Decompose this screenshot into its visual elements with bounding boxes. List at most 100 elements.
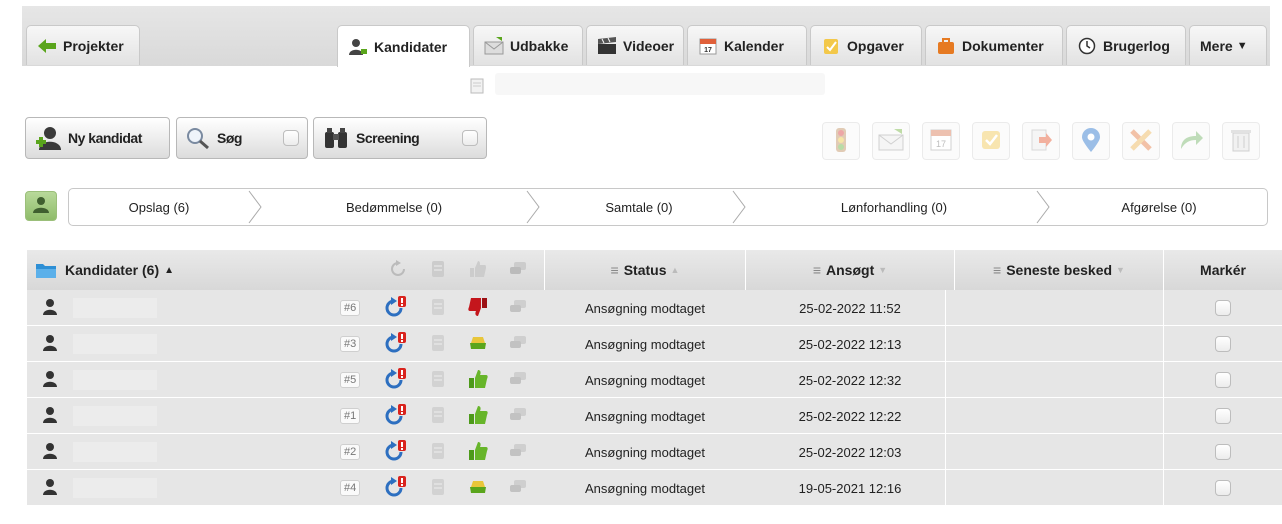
candidate-name-cell[interactable] xyxy=(73,362,163,398)
candidate-name-cell[interactable] xyxy=(73,470,163,506)
mark-checkbox[interactable] xyxy=(1215,300,1231,316)
search-button[interactable]: Søg xyxy=(176,117,308,159)
table-row[interactable]: #4 Ansøgning modtaget 19-05-2021 12:16 xyxy=(27,470,1282,506)
button-label: Screening xyxy=(356,130,420,146)
person-icon xyxy=(41,442,59,463)
header-comments-col[interactable] xyxy=(502,250,534,290)
binoculars-icon xyxy=(322,126,350,150)
status-change-cell[interactable] xyxy=(383,362,409,398)
candidate-number: #6 xyxy=(340,300,361,316)
button-label: Ny kandidat xyxy=(68,130,142,146)
status-text: Ansøgning modtaget xyxy=(585,480,705,496)
stage-interview[interactable]: Samtale (0) xyxy=(539,189,739,225)
tab-tasks[interactable]: Opgaver xyxy=(810,25,922,65)
comments-cell[interactable] xyxy=(508,434,528,470)
tab-calendar[interactable]: 17 Kalender xyxy=(687,25,807,65)
comments-cell[interactable] xyxy=(508,362,528,398)
tab-label: Projekter xyxy=(63,37,124,54)
cross-icon xyxy=(1128,127,1154,156)
screening-button[interactable]: Screening xyxy=(313,117,487,159)
status-change-cell[interactable] xyxy=(383,434,409,470)
status-change-cell[interactable] xyxy=(383,290,409,326)
calendar-button[interactable]: 17 xyxy=(922,122,960,160)
screening-toggle-checkbox[interactable] xyxy=(462,130,478,146)
rating-cell[interactable] xyxy=(467,470,489,506)
candidate-name-cell[interactable] xyxy=(73,326,163,362)
search-toggle-checkbox[interactable] xyxy=(283,130,299,146)
rating-cell[interactable] xyxy=(467,398,489,434)
notes-cell[interactable] xyxy=(430,326,446,362)
notes-cell[interactable] xyxy=(430,398,446,434)
header-label: Status xyxy=(623,262,667,278)
tab-projects[interactable]: Projekter xyxy=(26,25,140,65)
tab-outbox[interactable]: Udbakke xyxy=(473,25,583,65)
person-group-icon xyxy=(31,196,51,217)
table-row[interactable]: #2 Ansøgning modtaget 25-02-2022 12:03 xyxy=(27,434,1282,470)
mark-checkbox[interactable] xyxy=(1215,336,1231,352)
candidate-name-redacted xyxy=(73,334,157,354)
reject-button[interactable] xyxy=(1122,122,1160,160)
stage-salary-negotiation[interactable]: Lønforhandling (0) xyxy=(749,189,1039,225)
header-status[interactable]: ≡ Status ▲ xyxy=(545,250,745,290)
applied-cell: 25-02-2022 11:52 xyxy=(746,290,954,326)
status-change-cell[interactable] xyxy=(383,326,409,362)
header-candidates[interactable]: Kandidater (6) ▲ xyxy=(35,250,375,290)
table-row[interactable]: #1 Ansøgning modtaget 25-02-2022 12:22 xyxy=(27,398,1282,434)
header-applied[interactable]: ≡ Ansøgt ▼ xyxy=(746,250,954,290)
candidate-name-cell[interactable] xyxy=(73,290,163,326)
pipeline-person-button[interactable] xyxy=(25,191,57,221)
new-candidate-button[interactable]: Ny kandidat xyxy=(25,117,170,159)
table-row[interactable]: #3 Ansøgning modtaget 25-02-2022 12:13 xyxy=(27,326,1282,362)
tab-more[interactable]: Mere ▼ xyxy=(1189,25,1267,65)
comments-cell[interactable] xyxy=(508,326,528,362)
delete-button[interactable] xyxy=(1222,122,1260,160)
mark-checkbox[interactable] xyxy=(1215,408,1231,424)
comments-cell[interactable] xyxy=(508,290,528,326)
tab-candidates[interactable]: Kandidater xyxy=(337,25,470,67)
task-button[interactable] xyxy=(972,122,1010,160)
candidate-number-cell: #1 xyxy=(340,398,361,434)
move-button[interactable] xyxy=(1022,122,1060,160)
tab-documents[interactable]: Dokumenter xyxy=(925,25,1063,65)
tab-videos[interactable]: Videoer xyxy=(586,25,684,65)
header-refresh-col[interactable] xyxy=(382,250,414,290)
stage-assessment[interactable]: Bedømmelse (0) xyxy=(264,189,524,225)
table-row[interactable]: #5 Ansøgning modtaget 25-02-2022 12:32 xyxy=(27,362,1282,398)
header-notes-col[interactable] xyxy=(422,250,454,290)
status-change-cell[interactable] xyxy=(383,398,409,434)
rating-neutral-icon xyxy=(467,333,489,356)
rating-cell[interactable] xyxy=(467,290,489,326)
mark-checkbox[interactable] xyxy=(1215,444,1231,460)
notes-icon xyxy=(430,441,446,464)
mark-checkbox[interactable] xyxy=(1215,372,1231,388)
forward-button[interactable] xyxy=(1172,122,1210,160)
comments-cell[interactable] xyxy=(508,470,528,506)
header-last-message[interactable]: ≡ Seneste besked ▼ xyxy=(955,250,1163,290)
send-mail-button[interactable] xyxy=(872,122,910,160)
tab-userlog[interactable]: Brugerlog xyxy=(1066,25,1186,65)
person-icon xyxy=(41,298,59,319)
notes-cell[interactable] xyxy=(430,362,446,398)
table-row[interactable]: #6 Ansøgning modtaget 25-02-2022 11:52 xyxy=(27,290,1282,326)
notes-icon xyxy=(430,297,446,320)
candidate-name-cell[interactable] xyxy=(73,398,163,434)
header-rating-col[interactable] xyxy=(462,250,494,290)
notes-cell[interactable] xyxy=(430,470,446,506)
status-change-cell[interactable] xyxy=(383,470,409,506)
stage-posting[interactable]: Opslag (6) xyxy=(69,189,249,225)
candidate-number: #5 xyxy=(340,372,361,388)
person-icon xyxy=(348,38,368,56)
comments-cell[interactable] xyxy=(508,398,528,434)
clock-icon xyxy=(1077,37,1097,55)
rating-cell[interactable] xyxy=(467,326,489,362)
header-mark[interactable]: Markér xyxy=(1164,250,1282,290)
rating-cell[interactable] xyxy=(467,362,489,398)
info-button[interactable] xyxy=(1072,122,1110,160)
traffic-light-button[interactable] xyxy=(822,122,860,160)
notes-cell[interactable] xyxy=(430,290,446,326)
notes-cell[interactable] xyxy=(430,434,446,470)
candidate-name-cell[interactable] xyxy=(73,434,163,470)
stage-decision[interactable]: Afgørelse (0) xyxy=(1049,189,1269,225)
mark-checkbox[interactable] xyxy=(1215,480,1231,496)
rating-cell[interactable] xyxy=(467,434,489,470)
